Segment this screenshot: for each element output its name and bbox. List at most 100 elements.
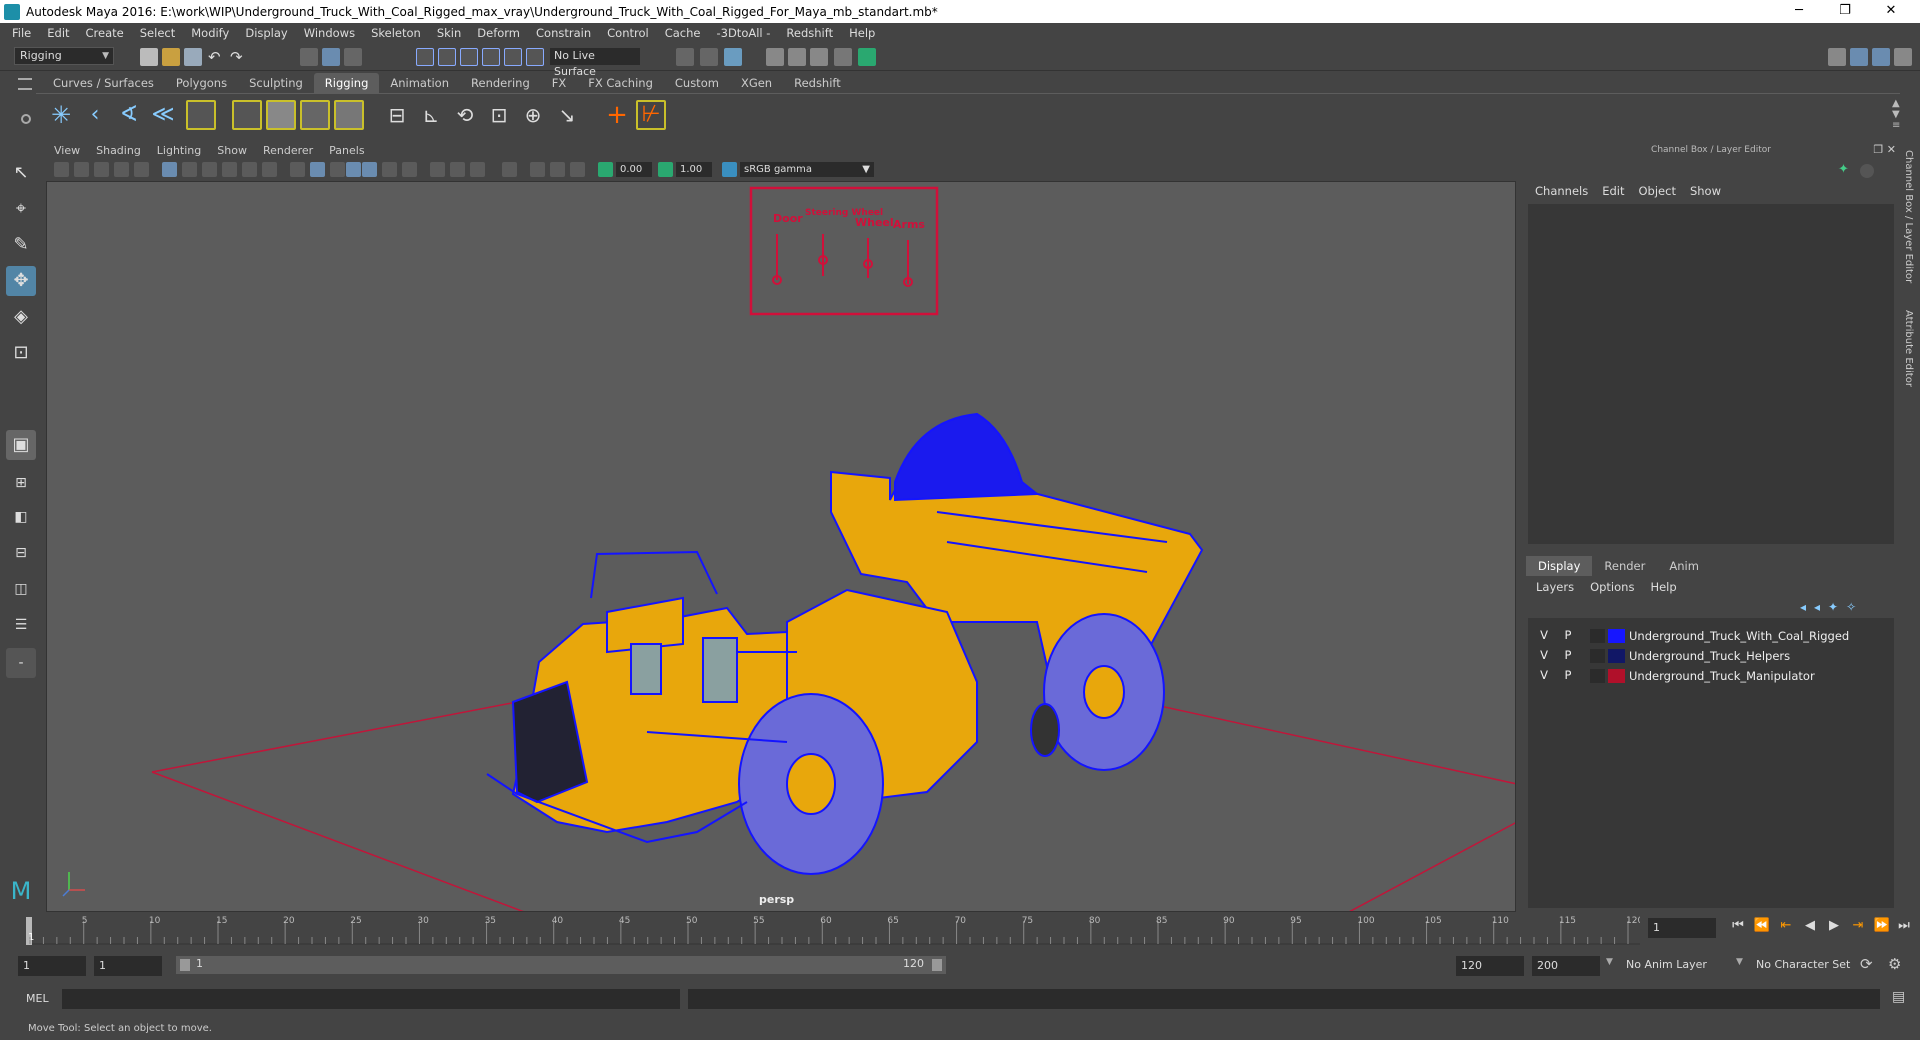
select-camera-icon[interactable] (54, 162, 69, 177)
colorspace-dropdown[interactable]: sRGB gamma ▼ (740, 162, 874, 177)
snap-pivot-icon[interactable] (526, 48, 544, 66)
toggle-attribute-editor-icon[interactable] (1872, 48, 1890, 66)
xray-joints-icon[interactable] (570, 162, 585, 177)
chevron-down-icon[interactable]: ▼ (1606, 957, 1613, 967)
parent-constraint-icon[interactable]: ⊕ (518, 100, 548, 130)
channel-box-area[interactable] (1528, 204, 1894, 544)
gamma-icon[interactable] (658, 162, 673, 177)
rotate-tool-icon[interactable]: ◈ (6, 302, 36, 332)
wireframe-icon[interactable] (290, 162, 305, 177)
vp-menu-renderer[interactable]: Renderer (255, 142, 321, 159)
persp-outliner-layout-icon[interactable]: ◫ (6, 574, 36, 604)
ik-spline-icon[interactable]: ≪ (148, 100, 178, 130)
cb-menu-object[interactable]: Object (1632, 184, 1683, 198)
bookmarks-icon[interactable] (94, 162, 109, 177)
step-forward-key-icon[interactable]: ⇥ (1848, 918, 1868, 933)
exposure-icon[interactable] (598, 162, 613, 177)
channel-box-options-icon[interactable]: ✦ (1838, 162, 1854, 178)
menu-edit[interactable]: Edit (39, 26, 77, 40)
ik-handle-icon[interactable]: ∢ (114, 100, 144, 130)
bind-skin-icon[interactable] (334, 100, 364, 130)
ambient-occlusion-icon[interactable] (402, 162, 417, 177)
le-menu-layers[interactable]: Layers (1528, 580, 1582, 594)
hypershade-icon[interactable] (834, 48, 852, 66)
layer-row[interactable]: V P Underground_Truck_Helpers (1528, 646, 1894, 666)
go-to-start-icon[interactable]: ⏮ (1728, 918, 1748, 933)
textured-icon[interactable] (346, 162, 361, 177)
cluster-icon[interactable] (232, 100, 262, 130)
gate-mask-icon[interactable] (222, 162, 237, 177)
cb-menu-channels[interactable]: Channels (1528, 184, 1595, 198)
animation-preferences-icon[interactable]: ⚙ (1888, 955, 1901, 973)
menu-skeleton[interactable]: Skeleton (363, 26, 429, 40)
film-gate-icon[interactable] (182, 162, 197, 177)
move-tool-icon[interactable]: ✥ (6, 266, 36, 296)
menu-redshift[interactable]: Redshift (778, 26, 841, 40)
menu-constrain[interactable]: Constrain (528, 26, 599, 40)
script-type-label[interactable]: MEL (26, 992, 49, 1005)
le-menu-help[interactable]: Help (1642, 580, 1684, 594)
layer-row[interactable]: V P Underground_Truck_Manipulator (1528, 666, 1894, 686)
undo-icon[interactable]: ↶ (208, 48, 226, 66)
tab-display[interactable]: Display (1526, 556, 1593, 576)
output-ops-icon[interactable] (700, 48, 718, 66)
vp-menu-shading[interactable]: Shading (88, 142, 149, 159)
menu-display[interactable]: Display (237, 26, 295, 40)
play-forwards-icon[interactable]: ▶ (1824, 918, 1844, 933)
vp-menu-view[interactable]: View (46, 142, 88, 159)
menu-control[interactable]: Control (599, 26, 657, 40)
persp-viewport[interactable]: Door Steering Wheel Wheel Arms persp (46, 181, 1516, 912)
layer-visibility-toggle[interactable]: V (1536, 628, 1552, 642)
snap-grid-icon[interactable] (416, 48, 434, 66)
isolate-select-icon[interactable] (502, 162, 517, 177)
layer-type-toggle[interactable] (1590, 669, 1605, 683)
lasso-tool-icon[interactable]: ⌖ (6, 194, 36, 224)
two-d-pan-icon[interactable] (134, 162, 149, 177)
field-chart-icon[interactable] (242, 162, 257, 177)
menu-modify[interactable]: Modify (183, 26, 237, 40)
insert-joint-icon[interactable]: ‹ (80, 100, 110, 130)
channel-box-toggle-icon[interactable] (1860, 164, 1874, 178)
side-tab-attribute-editor[interactable]: Attribute Editor (1903, 310, 1914, 387)
go-to-end-icon[interactable]: ⏭ (1894, 918, 1914, 933)
wireframe-on-shaded-icon[interactable] (330, 162, 345, 177)
animation-start-field[interactable]: 1 (18, 956, 86, 976)
joint-tool-icon[interactable]: ✳ (46, 100, 76, 130)
tab-custom[interactable]: Custom (664, 73, 730, 93)
scale-constraint-icon[interactable]: ⊡ (484, 100, 514, 130)
le-menu-options[interactable]: Options (1582, 580, 1642, 594)
layer-type-toggle[interactable] (1590, 629, 1605, 643)
auto-key-icon[interactable]: ⟳ (1860, 955, 1873, 973)
menu-deform[interactable]: Deform (469, 26, 528, 40)
side-by-side-layout-icon[interactable]: ◧ (6, 502, 36, 532)
image-plane-icon[interactable] (114, 162, 129, 177)
xray-active-icon[interactable] (550, 162, 565, 177)
menu-set-dropdown[interactable]: Rigging ▼ (14, 47, 114, 65)
color-management-icon[interactable] (722, 162, 737, 177)
layer-playback-toggle[interactable]: P (1560, 668, 1576, 682)
vp-menu-panels[interactable]: Panels (321, 142, 372, 159)
anim-layer-dropdown[interactable]: No Anim Layer (1626, 958, 1707, 971)
layer-playback-toggle[interactable]: P (1560, 648, 1576, 662)
persp-graph-layout-icon[interactable]: ⊟ (6, 538, 36, 568)
render-settings-icon[interactable] (810, 48, 828, 66)
toggle-tool-settings-icon[interactable] (1894, 48, 1912, 66)
step-back-frame-icon[interactable]: ⏪ (1752, 918, 1772, 933)
playback-start-field[interactable]: 1 (94, 956, 162, 976)
playback-end-field[interactable]: 120 (1456, 956, 1524, 976)
motion-blur-icon[interactable] (430, 162, 445, 177)
hik-create-icon[interactable]: + (602, 100, 632, 130)
panel-float-close-icon[interactable]: ❐ ✕ (1873, 143, 1896, 156)
lattice-icon[interactable] (266, 100, 296, 130)
range-slider[interactable]: 1 120 (176, 956, 946, 974)
vp-menu-show[interactable]: Show (209, 142, 255, 159)
save-scene-icon[interactable] (184, 48, 202, 66)
workspace-icon[interactable] (1828, 48, 1846, 66)
menu-cache[interactable]: Cache (657, 26, 709, 40)
aim-constraint-icon[interactable]: ⊾ (416, 100, 446, 130)
snap-point-icon[interactable] (460, 48, 478, 66)
construction-history-icon[interactable] (724, 48, 742, 66)
open-scene-icon[interactable] (162, 48, 180, 66)
pole-vector-icon[interactable]: ↘ (552, 100, 582, 130)
tab-anim[interactable]: Anim (1657, 556, 1711, 576)
